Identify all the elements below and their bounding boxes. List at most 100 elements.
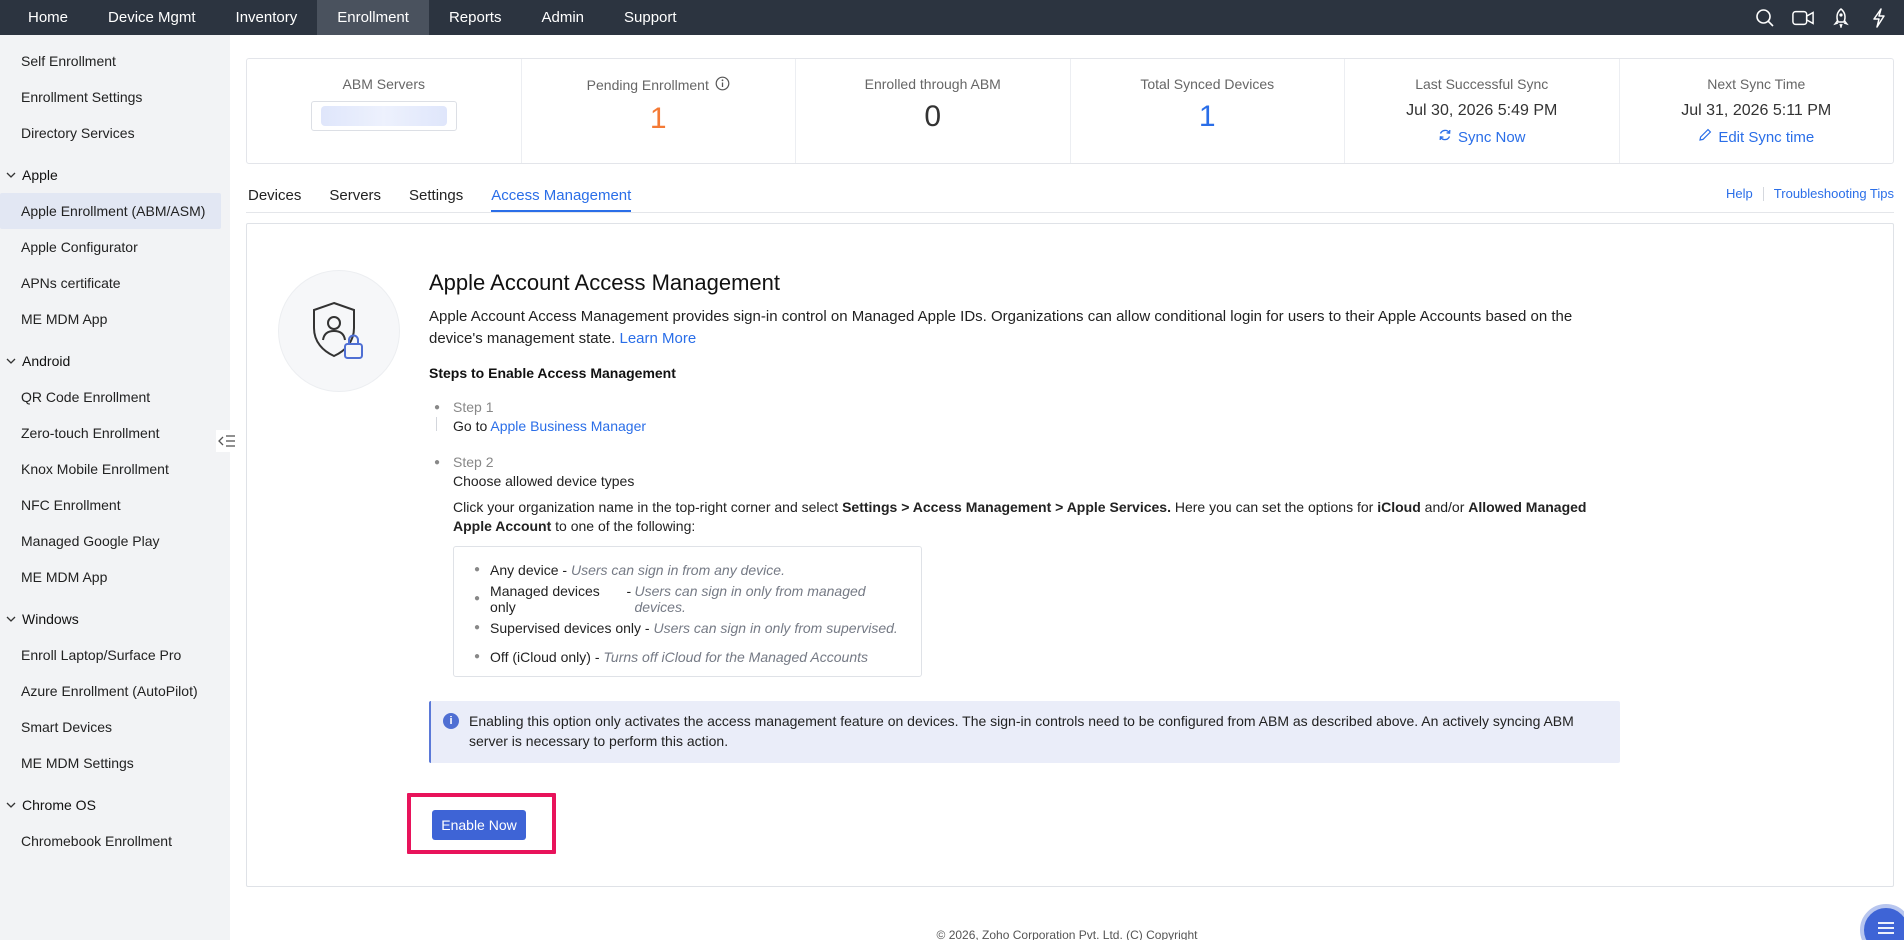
stat-last-successful-sync: Last Successful Sync Jul 30, 2026 5:49 P… [1345, 59, 1620, 163]
info-icon[interactable] [715, 76, 730, 94]
sidebar-item-zero-touch-enrollment[interactable]: Zero-touch Enrollment [0, 415, 230, 451]
learn-more-link[interactable]: Learn More [619, 330, 696, 347]
sidebar-item-apns-certificate[interactable]: APNs certificate [0, 265, 230, 301]
collapse-sidebar-icon[interactable] [216, 430, 238, 452]
page-description: Apple Account Access Management provides… [429, 308, 1573, 347]
page-title: Apple Account Access Management [429, 270, 780, 295]
sidebar: Self Enrollment Enrollment Settings Dire… [0, 35, 230, 940]
sidebar-item-managed-google-play[interactable]: Managed Google Play [0, 523, 230, 559]
stat-pending-enrollment: Pending Enrollment 1 [522, 59, 796, 163]
sidebar-group-apple[interactable]: Apple [0, 157, 230, 193]
steps-title: Steps to Enable Access Management [429, 365, 676, 381]
chevron-down-icon [4, 171, 18, 179]
stat-enrolled-through-abm: Enrolled through ABM 0 [796, 59, 1071, 163]
sidebar-item-me-mdm-settings[interactable]: ME MDM Settings [0, 745, 230, 781]
sidebar-item-apple-configurator[interactable]: Apple Configurator [0, 229, 230, 265]
edit-sync-time-button[interactable]: Edit Sync time [1698, 128, 1814, 146]
sidebar-item-directory-services[interactable]: Directory Services [0, 115, 230, 151]
nav-icon-group [1754, 0, 1904, 35]
chevron-down-icon [4, 801, 18, 809]
sidebar-item-self-enrollment[interactable]: Self Enrollment [0, 43, 230, 79]
chevron-down-icon [4, 357, 18, 365]
info-icon: i [443, 713, 459, 729]
sidebar-item-azure-enrollment[interactable]: Azure Enrollment (AutoPilot) [0, 673, 230, 709]
tab-access-management[interactable]: Access Management [491, 187, 632, 212]
step-text: Go to Apple Business Manager [453, 418, 647, 434]
stat-total-synced-devices: Total Synced Devices 1 [1071, 59, 1345, 163]
sidebar-item-apple-enrollment[interactable]: Apple Enrollment (ABM/ASM) [0, 193, 221, 229]
abm-server-selector[interactable] [310, 101, 457, 131]
stat-label: ABM Servers [342, 76, 425, 92]
sidebar-item-chromebook-enrollment[interactable]: Chromebook Enrollment [0, 823, 230, 859]
sidebar-group-label: Apple [22, 167, 58, 183]
troubleshooting-tips-link[interactable]: Troubleshooting Tips [1774, 186, 1894, 201]
top-nav: Home Device Mgmt Inventory Enrollment Re… [0, 0, 1904, 35]
sidebar-item-enroll-laptop[interactable]: Enroll Laptop/Surface Pro [0, 637, 230, 673]
sidebar-group-label: Android [22, 353, 71, 369]
last-sync-time: Jul 30, 2026 5:49 PM [1406, 102, 1558, 119]
pending-count[interactable]: 1 [650, 102, 667, 136]
sidebar-item-enrollment-settings[interactable]: Enrollment Settings [0, 79, 230, 115]
floating-menu-button[interactable] [1860, 904, 1904, 940]
nav-admin[interactable]: Admin [521, 0, 604, 35]
abm-stats-panel: ABM Servers Pending Enrollment 1 Enrolle… [246, 58, 1894, 164]
sidebar-group-windows[interactable]: Windows [0, 601, 230, 637]
stat-label: Last Successful Sync [1415, 76, 1549, 92]
tab-settings[interactable]: Settings [409, 187, 463, 212]
tab-servers[interactable]: Servers [329, 187, 381, 212]
list-item: ● Managed devices only - Users can sign i… [474, 582, 866, 615]
stat-label: Next Sync Time [1707, 76, 1806, 92]
sync-now-button[interactable]: Sync Now [1438, 128, 1526, 146]
access-management-content: Apple Account Access Management Apple Ac… [429, 270, 1619, 677]
shield-user-lock-icon [278, 270, 400, 392]
nav-enrollment[interactable]: Enrollment [317, 0, 429, 35]
tab-devices[interactable]: Devices [248, 187, 301, 212]
nav-support[interactable]: Support [604, 0, 697, 35]
sidebar-group-label: Chrome OS [22, 797, 96, 813]
stat-next-sync-time: Next Sync Time Jul 31, 2026 5:11 PM Edit… [1620, 59, 1894, 163]
nav-reports[interactable]: Reports [429, 0, 522, 35]
sidebar-item-smart-devices[interactable]: Smart Devices [0, 709, 230, 745]
synced-count[interactable]: 1 [1199, 100, 1216, 134]
device-type-options: ● Any device - Users can sign in from any… [453, 546, 922, 677]
stat-label: Pending Enrollment [587, 76, 730, 94]
bolt-icon[interactable] [1868, 7, 1890, 29]
enrolled-count: 0 [924, 100, 942, 133]
step-bullet: ● [434, 457, 441, 468]
chevron-down-icon [4, 615, 18, 623]
sidebar-item-qr-code-enrollment[interactable]: QR Code Enrollment [0, 379, 230, 415]
refresh-icon [1438, 128, 1452, 146]
stat-abm-servers: ABM Servers [247, 59, 522, 163]
divider [1762, 186, 1764, 201]
server-name-redacted [320, 106, 447, 126]
apple-business-manager-link[interactable]: Apple Business Manager [490, 418, 646, 434]
sidebar-item-apple-me-mdm-app[interactable]: ME MDM App [0, 301, 230, 337]
info-banner: i Enabling this option only activates th… [429, 701, 1620, 763]
rocket-icon[interactable] [1830, 7, 1852, 29]
tab-bar: Devices Servers Settings Access Manageme… [246, 178, 1894, 213]
enable-now-button[interactable]: Enable Now [432, 810, 526, 840]
step-detail: Click your organization name in the top-… [453, 499, 1587, 534]
video-icon[interactable] [1792, 7, 1814, 29]
sidebar-group-label: Windows [22, 611, 79, 627]
step-2: ● Step 2 Choose allowed device types Cli… [429, 454, 1619, 677]
stat-label: Enrolled through ABM [864, 76, 1001, 92]
access-management-panel: Apple Account Access Management Apple Ac… [246, 223, 1894, 887]
footer-copyright: © 2026, Zoho Corporation Pvt. Ltd. (C) C… [936, 928, 1198, 940]
help-link[interactable]: Help [1726, 186, 1753, 201]
info-text: Enabling this option only activates the … [469, 713, 1574, 749]
list-item: ● Supervised devices only - Users can sig… [474, 619, 898, 636]
step-label: Step 2 [453, 454, 494, 470]
sidebar-item-nfc-enrollment[interactable]: NFC Enrollment [0, 487, 230, 523]
nav-inventory[interactable]: Inventory [216, 0, 318, 35]
step-connector [436, 417, 437, 431]
sidebar-item-knox-mobile-enrollment[interactable]: Knox Mobile Enrollment [0, 451, 230, 487]
sidebar-item-android-me-mdm-app[interactable]: ME MDM App [0, 559, 230, 595]
sidebar-group-android[interactable]: Android [0, 343, 230, 379]
nav-device-mgmt[interactable]: Device Mgmt [88, 0, 216, 35]
search-icon[interactable] [1754, 7, 1776, 29]
sidebar-group-chrome-os[interactable]: Chrome OS [0, 787, 230, 823]
stat-label: Total Synced Devices [1140, 76, 1275, 92]
nav-home[interactable]: Home [0, 0, 88, 35]
list-item: ● Any device - Users can sign in from any… [474, 561, 785, 578]
